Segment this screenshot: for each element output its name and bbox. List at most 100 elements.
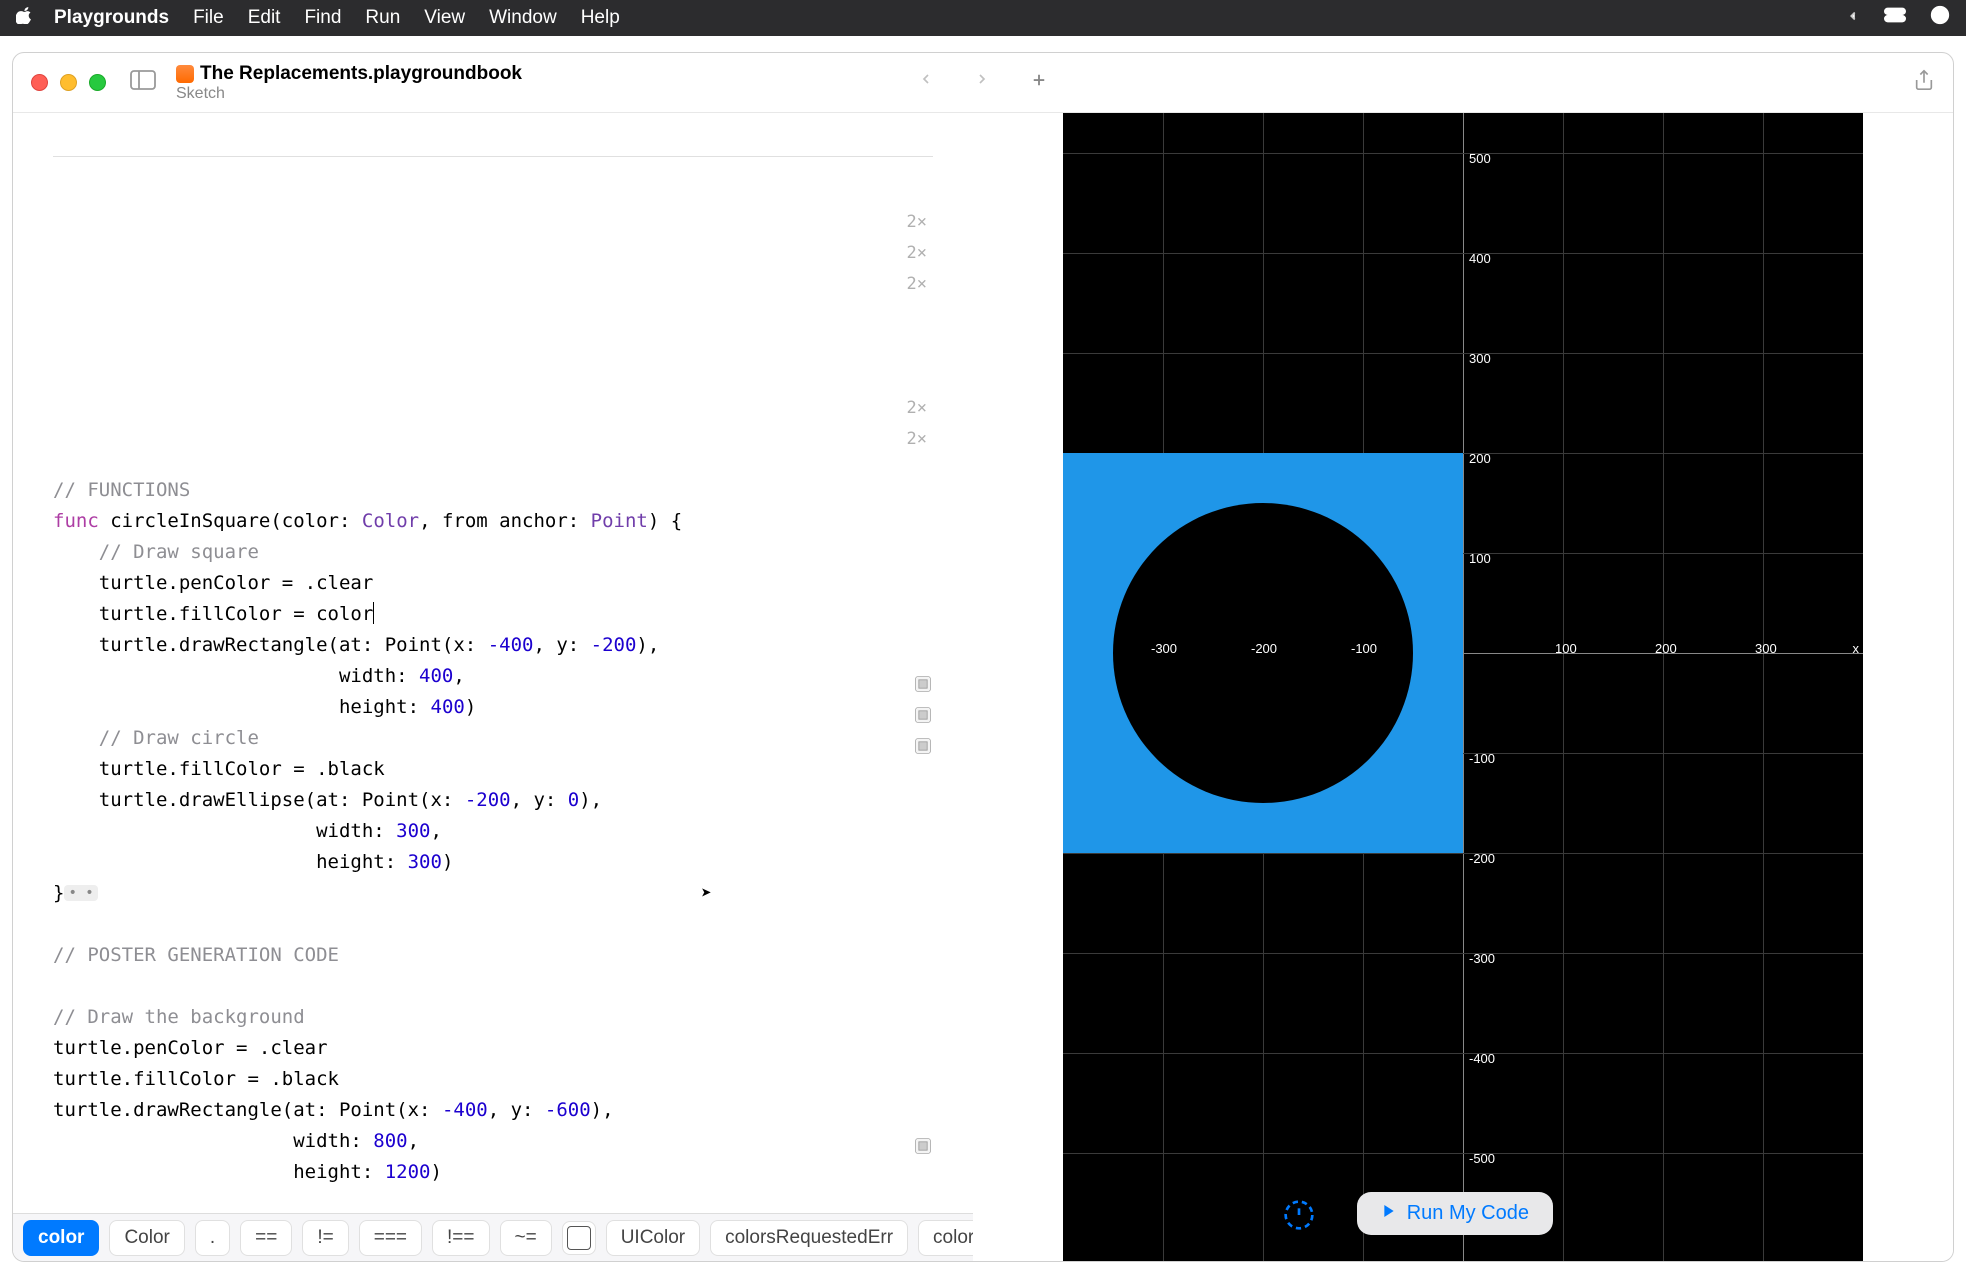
code-text: turtle.penColor = .clear — [53, 1037, 328, 1059]
text-cursor — [373, 602, 374, 624]
result-quicklook-icon[interactable] — [913, 735, 933, 755]
number: 1200 — [385, 1161, 431, 1183]
clock-icon[interactable] — [1930, 5, 1950, 31]
find-menu[interactable]: Find — [304, 7, 341, 29]
code-fold-indicator[interactable]: • • — [64, 885, 97, 901]
app-menu[interactable]: Playgrounds — [54, 7, 169, 29]
number: -400 — [442, 1099, 488, 1121]
comment: // Draw circle — [53, 727, 259, 749]
run-count-badge: 2× — [907, 269, 927, 300]
file-menu[interactable]: File — [193, 7, 224, 29]
result-quicklook-icon[interactable] — [913, 1135, 933, 1155]
number: -400 — [488, 634, 534, 656]
sidebar-toggle-icon[interactable] — [130, 70, 156, 95]
completion-item[interactable]: === — [359, 1220, 422, 1256]
apple-menu-icon[interactable] — [16, 6, 34, 30]
number: -200 — [465, 789, 511, 811]
x-tick-label: -300 — [1151, 641, 1177, 656]
completion-item[interactable]: UIColor — [606, 1220, 700, 1256]
control-center-icon[interactable] — [1884, 7, 1906, 29]
run-count-badge: 2× — [907, 238, 927, 269]
code-editor[interactable]: 2× 2× 2× 2× 2× // FUNCTIONS func circleI… — [13, 113, 973, 1201]
grid-line — [1063, 253, 1863, 254]
code-text: height: — [53, 696, 431, 718]
y-tick-label: 300 — [1469, 351, 1491, 366]
run-count-badge: 2× — [907, 207, 927, 238]
completion-item[interactable]: color — [23, 1220, 99, 1256]
completion-item[interactable]: . — [195, 1220, 230, 1256]
edit-menu[interactable]: Edit — [248, 7, 281, 29]
completion-item[interactable]: !== — [432, 1220, 489, 1256]
nav-back-icon[interactable] — [918, 71, 934, 94]
completion-item[interactable]: colorS — [918, 1220, 973, 1256]
y-tick-label: -200 — [1469, 851, 1495, 866]
share-icon[interactable] — [1913, 68, 1935, 97]
window-controls — [31, 74, 106, 91]
fullscreen-button[interactable] — [89, 74, 106, 91]
playground-window: The Replacements.playgroundbook Sketch 2… — [12, 52, 1954, 1262]
completion-item[interactable]: colorsRequestedErr — [710, 1220, 908, 1256]
code-text: turtle.drawRectangle(at: Point(x: — [53, 634, 488, 656]
y-tick-label: -300 — [1469, 951, 1495, 966]
chevron-left-icon[interactable] — [1846, 7, 1860, 29]
grid-line — [1063, 353, 1863, 354]
number: 400 — [419, 665, 453, 687]
number: 800 — [373, 1130, 407, 1152]
code-text: , from anchor: — [419, 510, 591, 532]
comment: // POSTER GENERATION CODE — [53, 944, 339, 966]
playground-file-icon — [176, 65, 194, 83]
x-axis-label: x — [1853, 641, 1860, 656]
grid-line — [1663, 113, 1664, 1261]
minimize-button[interactable] — [60, 74, 77, 91]
view-menu[interactable]: View — [424, 7, 465, 29]
y-tick-label: -500 — [1469, 1151, 1495, 1166]
code-text: turtle.fillColor = .black — [53, 1068, 339, 1090]
completion-item[interactable]: Color — [109, 1220, 184, 1256]
y-tick-label: -400 — [1469, 1051, 1495, 1066]
grid-line — [1763, 113, 1764, 1261]
grid-line — [1063, 153, 1863, 154]
y-axis — [1463, 113, 1464, 1261]
code-completion-bar: color Color . == != === !== ~= UIColor c… — [13, 1213, 973, 1261]
completion-item[interactable]: == — [240, 1220, 292, 1256]
live-view-pane: 500 400 300 200 100 -100 -200 -300 -400 … — [973, 113, 1953, 1261]
document-subtitle: Sketch — [176, 85, 522, 103]
run-menu[interactable]: Run — [365, 7, 400, 29]
completion-color-picker[interactable] — [562, 1221, 596, 1255]
y-tick-label: -100 — [1469, 751, 1495, 766]
code-text: ), — [591, 1099, 614, 1121]
run-my-code-button[interactable]: Run My Code — [1357, 1192, 1553, 1235]
code-text: } — [53, 882, 64, 904]
x-tick-label: -100 — [1351, 641, 1377, 656]
code-text: ) — [431, 1161, 442, 1183]
execution-speed-icon[interactable] — [1283, 1199, 1315, 1231]
play-icon — [1381, 1202, 1397, 1225]
number: 0 — [568, 789, 579, 811]
close-button[interactable] — [31, 74, 48, 91]
number: -200 — [591, 634, 637, 656]
result-quicklook-icon[interactable] — [913, 673, 933, 693]
code-text: ), — [636, 634, 659, 656]
code-text: height: — [53, 851, 408, 873]
code-text: circleInSquare(color: — [99, 510, 362, 532]
document-title: The Replacements.playgroundbook — [200, 63, 522, 85]
titlebar: The Replacements.playgroundbook Sketch — [13, 53, 1953, 113]
code-text: ), — [579, 789, 602, 811]
code-text: height: — [53, 1161, 385, 1183]
nav-forward-icon[interactable] — [974, 71, 990, 94]
code-text: ) — [465, 696, 476, 718]
add-page-icon[interactable] — [1030, 71, 1048, 94]
comment: // FUNCTIONS — [53, 479, 190, 501]
window-menu[interactable]: Window — [489, 7, 557, 29]
completion-item[interactable]: ~= — [500, 1220, 552, 1256]
run-count-badge: 2× — [907, 393, 927, 424]
completion-item[interactable]: != — [302, 1220, 348, 1256]
grid-line — [1063, 953, 1863, 954]
result-quicklook-icon[interactable] — [913, 704, 933, 724]
number: -600 — [545, 1099, 591, 1121]
code-text: width: — [53, 820, 396, 842]
code-text: , y: — [533, 634, 590, 656]
code-text: width: — [53, 665, 419, 687]
help-menu[interactable]: Help — [581, 7, 620, 29]
run-count-badge: 2× — [907, 424, 927, 455]
